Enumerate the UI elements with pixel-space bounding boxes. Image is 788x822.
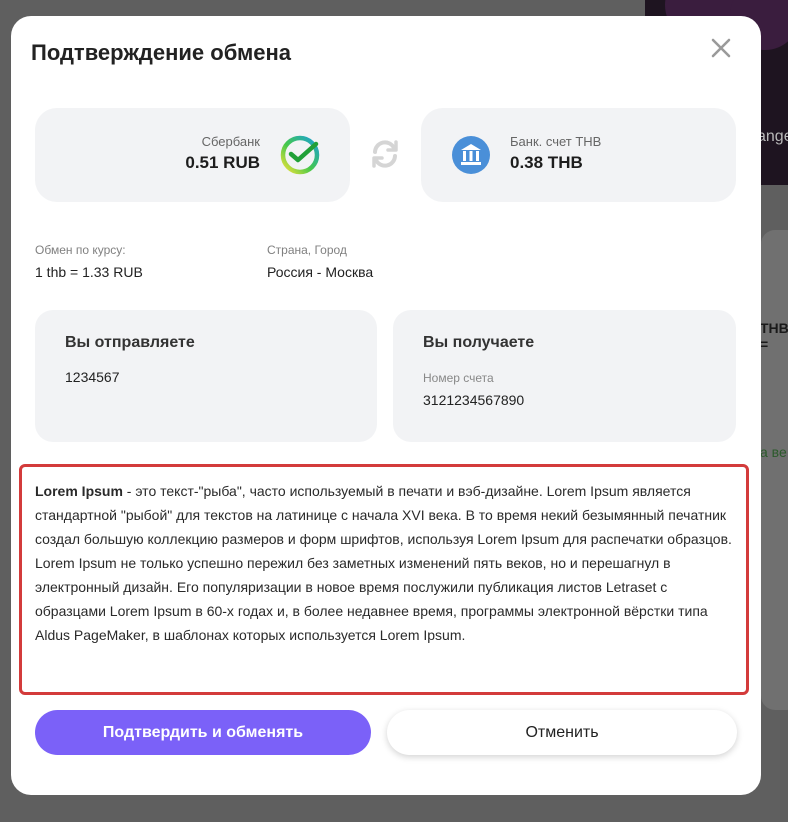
from-account-card: Сбербанк 0.51 RUB [35,108,350,202]
notice-text: Lorem Ipsum - это текст-"рыба", часто ис… [35,479,740,647]
rate-value: 1 thb = 1.33 RUB [35,264,143,280]
cancel-button[interactable]: Отменить [387,710,737,755]
rate-label: Обмен по курсу: [35,243,126,257]
location-value: Россия - Москва [267,264,374,280]
exchange-confirmation-modal: Подтверждение обмена Сбербанк 0.51 RUB Б… [11,16,761,795]
send-panel-title: Вы отправляете [65,334,195,351]
account-number-label: Номер счета [423,371,494,385]
background-green-text: а ве [760,444,787,460]
to-account-card: Банк. счет THB 0.38 THB [421,108,736,202]
notice-box: Lorem Ipsum - это текст-"рыба", часто ис… [19,464,749,695]
from-account-name: Сбербанк [201,134,260,149]
from-account-amount: 0.51 RUB [185,153,260,172]
to-account-amount: 0.38 THB [510,153,583,172]
sberbank-logo-icon [280,135,320,175]
close-button[interactable] [709,36,733,60]
confirm-exchange-button[interactable]: Подтвердить и обменять [35,710,371,755]
background-banner-text: ange [757,128,788,145]
send-value: 1234567 [65,369,120,385]
close-icon [711,38,731,58]
bank-building-icon [452,136,490,174]
to-account-name: Банк. счет THB [510,134,602,149]
receive-panel: Вы получаете Номер счета 3121234567890 [393,310,736,442]
account-number-value: 3121234567890 [423,392,525,408]
notice-body: - это текст-"рыба", часто используемый в… [35,483,732,643]
modal-title: Подтверждение обмена [31,40,292,65]
swap-icon[interactable] [369,138,401,170]
send-panel: Вы отправляете 1234567 [35,310,377,442]
notice-bold-lead: Lorem Ipsum [35,483,123,499]
location-label: Страна, Город [267,243,347,257]
background-side-text: THB = [760,320,788,352]
receive-panel-title: Вы получаете [423,334,535,351]
